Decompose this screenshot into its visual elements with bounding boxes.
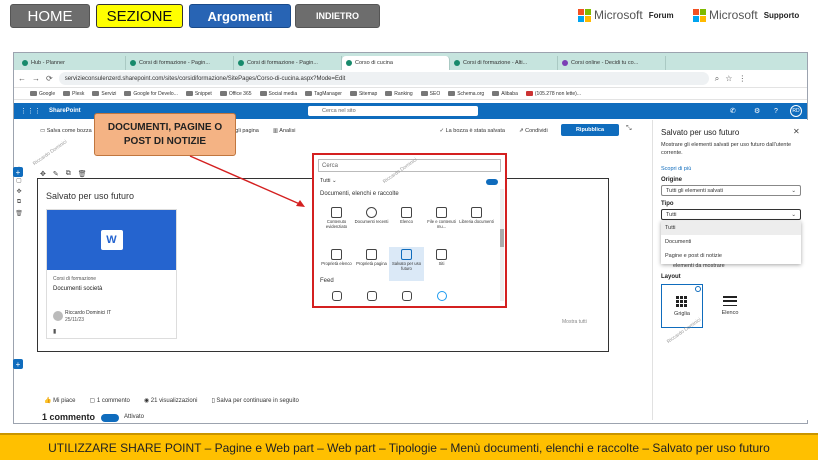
type-option[interactable]: Pagine e post di notizie	[661, 249, 801, 263]
learn-more-link[interactable]: Scopri di più	[661, 166, 691, 172]
type-dropdown-list: Tutti Documenti Pagine e post di notizie	[661, 221, 801, 264]
comment-icon: ▢	[89, 398, 97, 404]
pane-description: Mostrare gli elementi salvati per uso fu…	[661, 142, 792, 156]
list-icon	[723, 296, 737, 306]
origin-select[interactable]: Tutti gli elementi salvati ⌄	[661, 185, 801, 196]
grid-icon	[675, 295, 689, 307]
views-count: ◉ 21 visualizzazioni	[143, 398, 198, 404]
caption-banner: UTILIZZARE SHARE POINT – Pagine e Web pa…	[0, 433, 818, 460]
close-icon[interactable]: ✕	[793, 127, 800, 136]
like-button[interactable]: 👍 Mi piace	[44, 397, 75, 404]
comments-heading: 1 commento	[42, 412, 96, 422]
chevron-down-icon: ⌄	[791, 187, 796, 194]
layout-label: Layout	[661, 274, 681, 280]
pane-title: Salvato per uso futuro	[661, 128, 740, 137]
items-to-show-label: elementi da mostrare	[673, 263, 725, 269]
save-for-later-button[interactable]: ▯ Salva per continuare in seguito	[211, 397, 298, 404]
layout-radio[interactable]	[695, 286, 701, 292]
comments-toggle-label: Attivato	[124, 414, 145, 420]
thumbs-up-icon: 👍	[44, 398, 54, 404]
type-option[interactable]: Tutti	[661, 221, 801, 235]
type-label: Tipo	[661, 201, 674, 207]
eye-icon: ◉	[143, 398, 151, 404]
property-pane: Salvato per uso futuro ✕ Mostrare gli el…	[652, 120, 808, 420]
chevron-up-icon: ⌄	[791, 211, 796, 218]
type-select[interactable]: Tutti ⌄	[661, 209, 801, 220]
origin-label: Origine	[661, 177, 683, 183]
comments-toggle[interactable]	[101, 414, 119, 422]
type-option[interactable]: Documenti	[661, 235, 801, 249]
layout-list-option[interactable]: Elenco	[709, 284, 751, 328]
comments-button[interactable]: ▢ 1 commento	[89, 397, 129, 404]
social-bar: 👍 Mi piace ▢ 1 commento ◉ 21 visualizzaz…	[44, 397, 299, 404]
